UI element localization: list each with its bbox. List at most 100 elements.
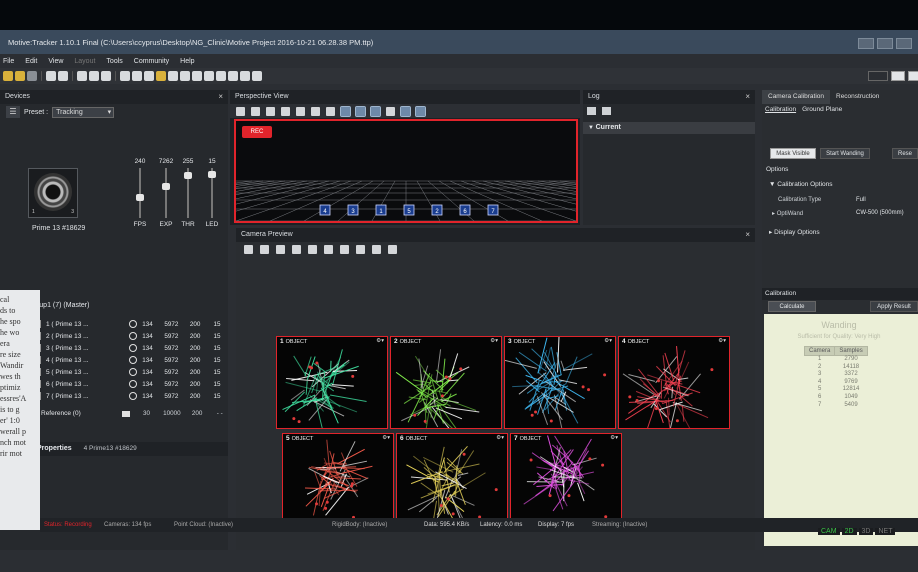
calibration-type-row[interactable]: Calibration Type Full	[778, 197, 914, 203]
tile-settings-icon[interactable]: ⚙▾	[490, 338, 498, 344]
camera-row[interactable]: 1 ( Prime 13 ... 134 5972 200 15	[33, 318, 228, 330]
clear-log-icon[interactable]	[587, 107, 596, 115]
camera-tile-1[interactable]: 1 OBJECT ⚙▾	[276, 336, 388, 429]
maximize-button[interactable]	[877, 38, 893, 49]
select-remove-icon[interactable]	[370, 105, 381, 117]
calculate-button[interactable]: Calculate	[768, 301, 816, 312]
rec-button[interactable]: REC	[242, 126, 272, 138]
camera-row[interactable]: 3 ( Prime 13 ... 134 5972 200 15	[33, 342, 228, 354]
subtab-ground-plane[interactable]: Ground Plane	[802, 106, 842, 113]
perspective-icon[interactable]	[77, 71, 87, 81]
list-icon[interactable]: ☰	[6, 106, 20, 118]
panel-icon[interactable]	[228, 71, 238, 81]
eye-icon[interactable]	[388, 244, 397, 254]
mode-2d[interactable]: 2D	[841, 528, 857, 535]
camera-row[interactable]: 2 ( Prime 13 ... 134 5972 200 15	[33, 330, 228, 342]
menu-view[interactable]: View	[48, 58, 63, 65]
zoom-region-icon[interactable]	[296, 106, 305, 116]
camera-marker[interactable]: 6	[459, 204, 471, 216]
camera-marker[interactable]: 7	[487, 204, 499, 216]
mode-net[interactable]: NET	[875, 528, 896, 535]
camera-marker[interactable]: 2	[431, 204, 443, 216]
wrench-icon[interactable]	[192, 71, 202, 81]
tracking-icon[interactable]	[326, 106, 335, 116]
camera-row[interactable]: 7 ( Prime 13 ... 134 5972 200 15	[33, 390, 228, 402]
camera-tile-4[interactable]: 4 OBJECT ⚙▾	[618, 336, 730, 429]
window-icon[interactable]	[908, 71, 918, 81]
layout-dropdown[interactable]	[868, 71, 888, 81]
pencil-icon[interactable]	[372, 244, 381, 254]
mode-cam[interactable]: CAM	[818, 528, 840, 535]
menu-file[interactable]: File	[3, 58, 14, 65]
tile-settings-icon[interactable]: ⚙▾	[718, 338, 726, 344]
slider-knob[interactable]	[208, 171, 216, 179]
window-icon[interactable]	[891, 71, 905, 81]
mask-add-icon[interactable]	[324, 244, 333, 254]
mask-icon[interactable]	[308, 244, 317, 254]
grid-icon[interactable]	[236, 106, 245, 116]
menu-edit[interactable]: Edit	[25, 58, 37, 65]
zoom-out-icon[interactable]	[292, 244, 301, 254]
zoom-fit-icon[interactable]	[276, 244, 285, 254]
camera-tile-3[interactable]: 3 OBJECT ⚙▾	[504, 336, 616, 429]
reset-button[interactable]: Rese	[892, 148, 918, 159]
calibration-options-toggle[interactable]: ▼ Calibration Options	[769, 181, 833, 188]
save-log-icon[interactable]	[602, 107, 611, 115]
devices-icon[interactable]	[58, 71, 68, 81]
menu-tools[interactable]: Tools	[106, 58, 122, 65]
tile-settings-icon[interactable]: ⚙▾	[496, 435, 504, 441]
zoom-icon[interactable]	[260, 244, 269, 254]
perspective-viewport[interactable]: 4 3 1 5 2 6 7 REC	[234, 119, 578, 223]
camera-tile-2[interactable]: 2 OBJECT ⚙▾	[390, 336, 502, 429]
camera-icon[interactable]	[89, 71, 99, 81]
log-current-section[interactable]: Current	[583, 122, 755, 134]
select-add-icon[interactable]	[355, 105, 366, 117]
markers-icon[interactable]	[400, 105, 411, 117]
exp-slider[interactable]: 7262 EXP	[155, 158, 177, 228]
select-icon[interactable]	[340, 105, 351, 117]
subtab-calibration[interactable]: Calibration	[765, 106, 796, 113]
pencil-icon[interactable]	[144, 71, 154, 81]
preset-select[interactable]: Tracking	[52, 106, 115, 118]
eye-icon[interactable]	[386, 106, 395, 116]
tile-settings-icon[interactable]: ⚙▾	[610, 435, 618, 441]
panel-icon[interactable]	[252, 71, 262, 81]
panel-icon[interactable]	[216, 71, 226, 81]
tab-reconstruction[interactable]: Reconstruction	[830, 90, 885, 104]
camera-tile-7[interactable]: 7 OBJECT ⚙▾	[510, 433, 622, 526]
close-icon[interactable]: ×	[745, 228, 750, 242]
zoom-fit-icon[interactable]	[281, 106, 290, 116]
camera-row[interactable]: 5 ( Prime 13 ... 134 5972 200 15	[33, 366, 228, 378]
display-options-toggle[interactable]: ▸ Display Options	[769, 228, 820, 236]
document-icon[interactable]	[168, 71, 178, 81]
layout-icon[interactable]	[120, 71, 130, 81]
start-wanding-button[interactable]: Start Wanding	[820, 148, 870, 159]
camera-marker[interactable]: 5	[403, 204, 415, 216]
settings-icon[interactable]	[101, 71, 111, 81]
led-slider[interactable]: 15 LED	[201, 158, 223, 228]
camera-tile-6[interactable]: 6 OBJECT ⚙▾	[396, 433, 508, 526]
new-icon[interactable]	[3, 71, 13, 81]
camera-icon[interactable]	[311, 106, 320, 116]
camera-tile-5[interactable]: 5 OBJECT ⚙▾	[282, 433, 394, 526]
camera-marker[interactable]: 4	[319, 204, 331, 216]
panel-icon[interactable]	[204, 71, 214, 81]
camera-marker[interactable]: 1	[375, 204, 387, 216]
apply-result-button[interactable]: Apply Result	[870, 301, 918, 312]
mode-3d[interactable]: 3D	[858, 528, 874, 535]
menu-community[interactable]: Community	[134, 58, 169, 65]
mask-visible-button[interactable]: Mask Visible	[770, 148, 816, 159]
frame-icon[interactable]	[356, 244, 365, 254]
menu-help[interactable]: Help	[180, 58, 194, 65]
menu-layout[interactable]: Layout	[74, 58, 95, 65]
wand-icon[interactable]	[180, 71, 190, 81]
close-window-button[interactable]	[896, 38, 912, 49]
tile-settings-icon[interactable]: ⚙▾	[604, 338, 612, 344]
save-icon[interactable]	[27, 71, 37, 81]
tile-settings-icon[interactable]: ⚙▾	[382, 435, 390, 441]
camera-thumbnail[interactable]: 1 3	[28, 168, 78, 218]
optiwand-row[interactable]: ▸ OptiWand CW-500 (500mm)	[772, 210, 908, 217]
thr-slider[interactable]: 255 THR	[177, 158, 199, 228]
bones-icon[interactable]	[415, 105, 426, 117]
tile-settings-icon[interactable]: ⚙▾	[376, 338, 384, 344]
